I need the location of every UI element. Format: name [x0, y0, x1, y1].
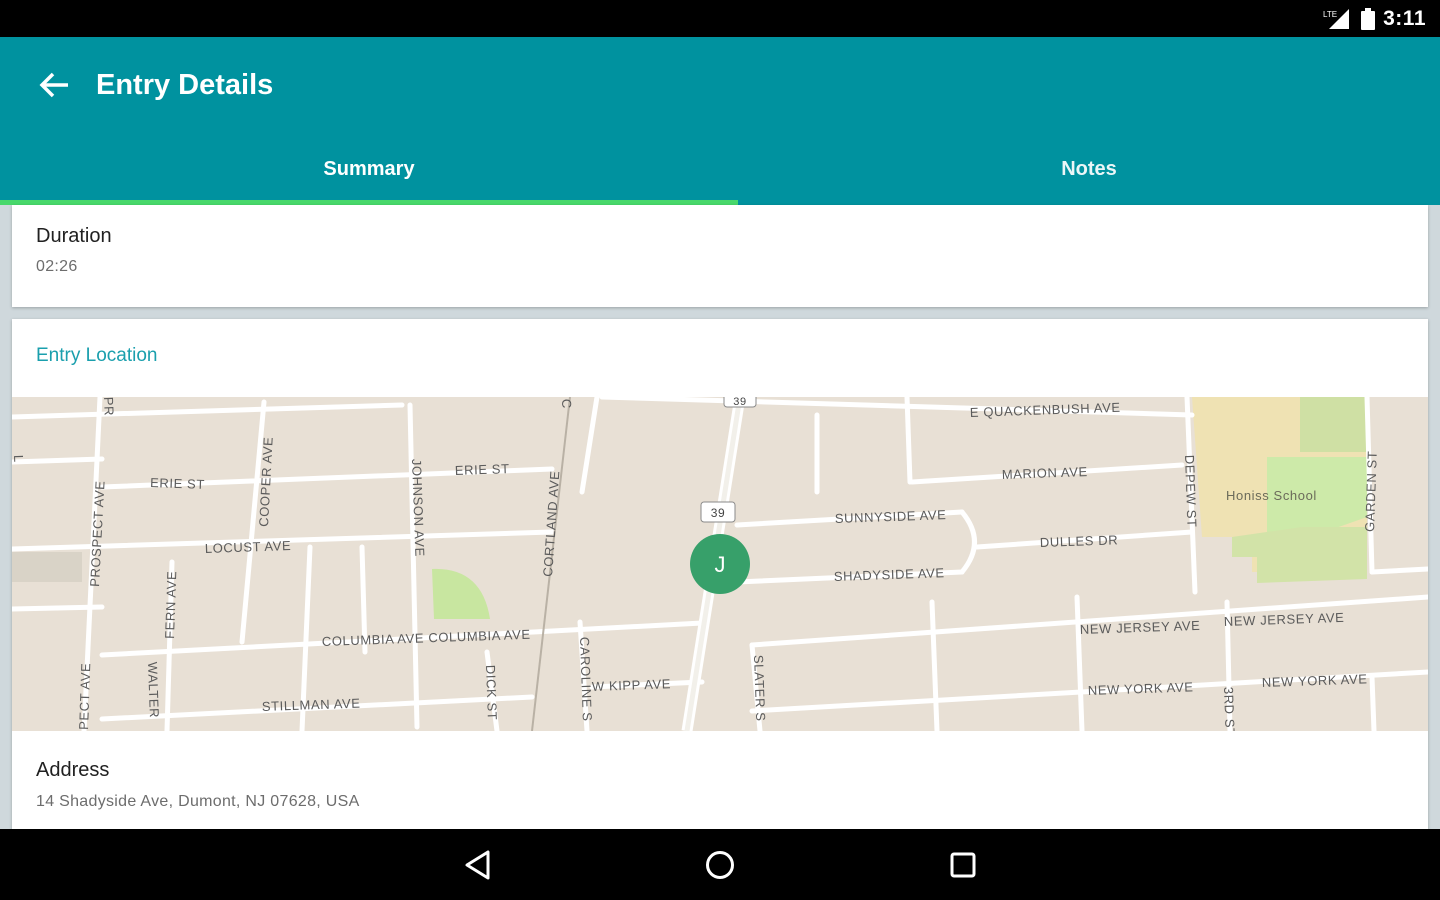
park-area — [1300, 397, 1367, 452]
street-label: WALTER — [145, 662, 162, 719]
street-label: DEPEW ST — [1182, 455, 1200, 528]
street-label: SLATER S — [751, 655, 768, 722]
home-circle-icon[interactable] — [700, 847, 740, 883]
navigation-bar — [0, 829, 1440, 900]
street-label: DULLES DR — [1040, 532, 1119, 550]
street-label: ERIE ST — [455, 461, 510, 478]
tab-summary[interactable]: Summary — [0, 137, 738, 201]
duration-card: Duration 02:26 — [12, 205, 1428, 307]
signal-icon: LTE — [1323, 8, 1350, 29]
street-label: PR — [101, 397, 117, 416]
address-value: 14 Shadyside Ave, Dumont, NJ 07628, USA — [36, 793, 360, 810]
route-badge: 39 — [700, 501, 736, 523]
battery-icon — [1361, 7, 1376, 30]
duration-label: Duration — [36, 225, 112, 247]
street-label: ERIE ST — [150, 475, 205, 492]
school-label: Honiss School — [1226, 488, 1317, 503]
street-label: GARDEN ST — [1362, 450, 1380, 532]
duration-value: 02:26 — [36, 258, 78, 275]
back-triangle-icon[interactable] — [458, 847, 498, 883]
arrow-back-icon[interactable] — [36, 67, 76, 103]
address-label: Address — [36, 759, 110, 781]
recents-square-icon[interactable] — [943, 847, 983, 883]
street-label: L — [12, 455, 26, 463]
tab-notes-label: Notes — [1061, 157, 1117, 180]
map-view[interactable]: 39 39 E QUACKENBUSH AVE MARION AVE SUNNY… — [12, 397, 1428, 731]
svg-text:39: 39 — [733, 397, 746, 408]
map-edge-strip — [12, 552, 82, 582]
street-label: CAROLINE S — [577, 637, 595, 722]
street-label: C — [559, 399, 574, 410]
clock: 3:11 — [1383, 6, 1426, 30]
street-label: FERN AVE — [162, 570, 179, 639]
svg-text:LTE: LTE — [1323, 10, 1337, 19]
marker-label: J — [715, 552, 726, 577]
app-bar: Entry Details Summary Notes — [0, 37, 1440, 205]
location-marker[interactable]: J — [690, 534, 750, 594]
street-label: W KIPP AVE — [592, 676, 672, 694]
street-label: DICK ST — [483, 665, 500, 721]
tab-summary-label: Summary — [323, 157, 415, 180]
street-label: MARION AVE — [1002, 464, 1088, 482]
tab-notes[interactable]: Notes — [738, 137, 1440, 201]
section-title-entry-location: Entry Location — [36, 345, 158, 366]
street-label: LOCUST AVE — [205, 538, 292, 556]
street-label: PECT AVE — [76, 662, 93, 730]
svg-text:39: 39 — [711, 506, 726, 520]
location-card: Entry Location 39 39 E QUACKENBUSH AVE M… — [12, 319, 1428, 839]
route-badge-top: 39 — [723, 397, 757, 408]
page-title: Entry Details — [96, 69, 274, 101]
street-label: 3RD ST — [1221, 687, 1238, 731]
status-bar: LTE 3:11 — [0, 0, 1440, 37]
